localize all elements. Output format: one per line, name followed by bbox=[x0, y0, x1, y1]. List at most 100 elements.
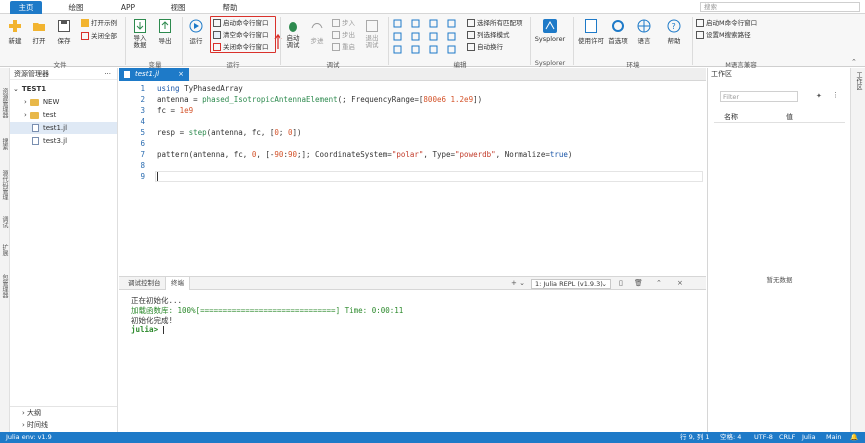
chevron-right-icon: › bbox=[22, 409, 25, 417]
word-wrap-button[interactable]: 自动换行 bbox=[467, 42, 503, 52]
terminal-select[interactable]: 1: Julia REPL (v1.9.3) ⌄ bbox=[531, 279, 611, 289]
tree-folder-new[interactable]: › NEW bbox=[10, 96, 117, 108]
run-button[interactable]: 运行 bbox=[186, 18, 206, 45]
column-select-button[interactable]: 列选择模式 bbox=[467, 30, 510, 40]
divider bbox=[530, 17, 531, 65]
license-button[interactable]: 使用许可 bbox=[578, 18, 604, 45]
save-button[interactable]: 保存 bbox=[54, 18, 74, 45]
chevron-right-icon: › bbox=[24, 98, 27, 106]
activity-search[interactable]: 搜索 bbox=[1, 138, 9, 150]
maximize-panel-icon[interactable]: ⌃ bbox=[656, 277, 662, 290]
editor-tab-test1[interactable]: test1.jl × bbox=[119, 68, 189, 81]
activity-packages[interactable]: 包管理器 bbox=[1, 274, 9, 298]
line-number: 1 bbox=[140, 84, 145, 93]
exit-debug-button[interactable]: 退出 调试 bbox=[362, 18, 382, 49]
code-editor[interactable]: 1 2 3 4 5 6 7 8 9 using TyPhasedArray an… bbox=[119, 81, 706, 274]
terminal-output[interactable]: 正在初始化... 加载函数库: 100%[===================… bbox=[119, 290, 706, 432]
example-icon bbox=[81, 19, 89, 27]
tab-terminal[interactable]: 终端 bbox=[165, 277, 190, 290]
preferences-button[interactable]: 首选项 bbox=[607, 18, 629, 45]
encoding[interactable]: UTF-8 bbox=[754, 432, 773, 443]
chevron-down-icon: ⌄ bbox=[13, 85, 19, 93]
cursor-position[interactable]: 行 9, 列 1 bbox=[680, 432, 710, 443]
outline-section[interactable]: › 大纲 bbox=[22, 408, 41, 419]
filter-input[interactable]: Filter bbox=[720, 91, 798, 102]
activity-scm[interactable]: 源代码管理 bbox=[1, 170, 9, 200]
tab-debug-console[interactable]: 调试控制台 bbox=[123, 277, 166, 290]
column-icon bbox=[467, 31, 475, 39]
explorer-header: 资源管理器 ··· bbox=[10, 68, 117, 80]
tab-help[interactable]: 帮助 bbox=[214, 1, 246, 14]
help-button[interactable]: ? 帮助 bbox=[664, 18, 684, 45]
pin-icon[interactable]: ✦ bbox=[816, 92, 822, 100]
language-mode[interactable]: Julia bbox=[802, 432, 816, 443]
more-icon[interactable]: ··· bbox=[104, 68, 111, 80]
project-root[interactable]: ⌄ TEST1 bbox=[13, 83, 117, 95]
trash-icon[interactable]: 🗑 bbox=[634, 277, 643, 290]
right-side-bar: 工作区 bbox=[850, 68, 865, 432]
start-debug-button[interactable]: 启动 调试 bbox=[283, 18, 303, 49]
step-icon bbox=[310, 18, 325, 33]
collapse-ribbon-icon[interactable]: ⌃ bbox=[851, 58, 857, 66]
workspace-column-header: 名称 值 bbox=[714, 111, 845, 123]
select-all-matches-button[interactable]: 选择所有匹配项 bbox=[467, 18, 523, 28]
add-terminal-icon[interactable]: + ⌄ bbox=[511, 277, 525, 290]
workspace-title: 工作区 bbox=[711, 70, 732, 78]
current-line-highlight bbox=[155, 171, 703, 182]
close-cmd-window-button[interactable]: 关闭命令行窗口 bbox=[213, 42, 269, 52]
tree-file-test3[interactable]: test3.jl bbox=[10, 135, 117, 147]
more-icon[interactable]: ⋮ bbox=[832, 91, 839, 99]
language-button[interactable]: 语言 bbox=[634, 18, 654, 45]
group-label-sysplorer: Sysplorer bbox=[534, 59, 566, 67]
restart-button[interactable]: 重启 bbox=[332, 42, 355, 52]
tab-plot[interactable]: 绘图 bbox=[60, 1, 92, 14]
julia-env[interactable]: Julia env: v1.9 bbox=[6, 432, 52, 443]
activity-extensions[interactable]: 扩展 bbox=[1, 244, 9, 256]
tree-file-test1[interactable]: test1.jl bbox=[10, 122, 117, 134]
help-icon: ? bbox=[667, 18, 682, 33]
open-button[interactable]: 打开 bbox=[29, 18, 49, 45]
tab-app[interactable]: APP bbox=[112, 1, 144, 14]
sysplorer-icon bbox=[543, 18, 558, 33]
clear-cmd-window-button[interactable]: 清空命令行窗口 bbox=[213, 30, 269, 40]
code-line-3: fc = 1e9 bbox=[157, 106, 194, 115]
notification-icon[interactable]: 🔔 bbox=[850, 432, 858, 443]
line-ending[interactable]: CRLF bbox=[779, 432, 795, 443]
sysplorer-button[interactable]: Sysplorer bbox=[533, 18, 567, 43]
workspace-panel: 工作区 Filter ✦ ⋮ 名称 值 暂无数据 bbox=[707, 68, 850, 432]
step-in-button[interactable]: 步入 bbox=[332, 18, 355, 28]
close-icon[interactable]: × bbox=[178, 68, 184, 81]
step-in-icon bbox=[332, 19, 340, 27]
activity-debug[interactable]: 调试 bbox=[1, 216, 9, 228]
license-icon bbox=[584, 18, 599, 33]
tab-view[interactable]: 视图 bbox=[162, 1, 194, 14]
import-data-button[interactable]: 导入 数据 bbox=[129, 18, 151, 49]
split-terminal-icon[interactable]: ▯ bbox=[619, 277, 623, 290]
step-out-button[interactable]: 步出 bbox=[332, 30, 355, 40]
module[interactable]: Main bbox=[826, 432, 842, 443]
set-m-path-button[interactable]: 设置M搜索路径 bbox=[696, 30, 751, 40]
tab-home[interactable]: 主页 bbox=[10, 1, 42, 14]
export-button[interactable]: 导出 bbox=[155, 18, 175, 45]
new-button[interactable]: 新建 bbox=[5, 18, 25, 45]
new-icon bbox=[8, 18, 23, 33]
step-button[interactable]: 步进 bbox=[308, 18, 326, 45]
terminal-icon bbox=[213, 19, 221, 27]
close-panel-icon[interactable]: × bbox=[677, 277, 683, 290]
open-example-button[interactable]: 打开示例 bbox=[81, 18, 117, 28]
clear-icon bbox=[213, 31, 221, 39]
close-all-button[interactable]: 关闭全部 bbox=[81, 31, 117, 41]
start-m-cmd-button[interactable]: 启动M命令行窗口 bbox=[696, 18, 757, 28]
tree-folder-test[interactable]: › test bbox=[10, 109, 117, 121]
bug-icon bbox=[286, 18, 301, 33]
indentation[interactable]: 空格: 4 bbox=[720, 432, 741, 443]
start-cmd-window-button[interactable]: 启动命令行窗口 bbox=[213, 18, 269, 28]
folder-icon bbox=[29, 111, 39, 119]
divider bbox=[692, 17, 693, 65]
timeline-section[interactable]: › 时间线 bbox=[22, 420, 48, 431]
activity-explorer[interactable]: 资源管理器 bbox=[1, 88, 9, 118]
side-tab-workspace[interactable]: 工作区 bbox=[854, 72, 863, 90]
line-number: 8 bbox=[140, 161, 145, 170]
search-input[interactable]: 搜索 bbox=[700, 2, 860, 12]
chevron-right-icon: › bbox=[22, 421, 25, 429]
